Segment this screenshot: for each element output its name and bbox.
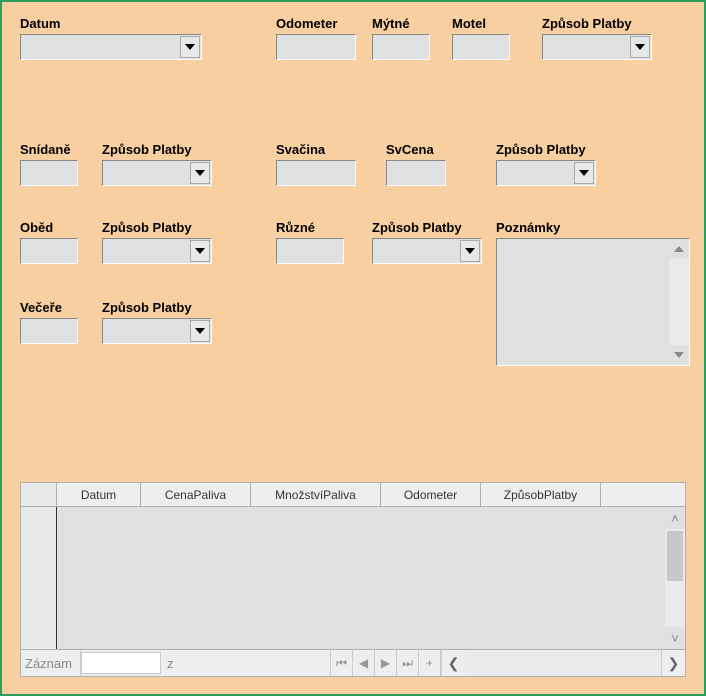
chevron-down-icon[interactable] [190,162,210,184]
subform-grid: Datum CenaPaliva MnožstvíPaliva Odometer… [20,482,686,677]
label-zpusob-platby-3: Způsob Platby [496,142,596,157]
zpusob-platby-combo-5[interactable] [372,238,482,264]
svacina-input[interactable] [276,160,356,186]
nav-prev-icon[interactable]: ◀ [353,650,375,676]
mytne-input[interactable] [372,34,430,60]
scroll-left-icon[interactable]: ❮ [441,650,465,676]
label-snidane: Snídaně [20,142,78,157]
motel-input[interactable] [452,34,510,60]
scrollbar-vertical[interactable] [669,239,689,365]
nav-label: Záznam [21,650,81,676]
chevron-down-icon[interactable] [190,320,210,342]
grid-col-odometer[interactable]: Odometer [381,483,481,506]
ruzne-input[interactable] [276,238,344,264]
odometer-input[interactable] [276,34,356,60]
zpusob-platby-combo-1[interactable] [542,34,652,60]
grid-data-area[interactable] [57,507,665,649]
label-svcena: SvCena [386,142,446,157]
label-ruzne: Různé [276,220,344,235]
nav-last-icon[interactable]: ⏭ [397,650,419,676]
nav-of: z [161,650,331,676]
chevron-down-icon[interactable] [190,240,210,262]
grid-col-filler [601,483,685,506]
chevron-down-icon[interactable] [574,162,594,184]
label-poznamky: Poznámky [496,220,690,235]
zpusob-platby-combo-3[interactable] [496,160,596,186]
zpusob-platby-combo-2[interactable] [102,160,212,186]
grid-col-zpusobplatby[interactable]: ZpůsobPlatby [481,483,601,506]
grid-header: Datum CenaPaliva MnožstvíPaliva Odometer… [21,483,685,507]
grid-row-selector-header[interactable] [21,483,57,506]
label-zpusob-platby-5: Způsob Platby [372,220,482,235]
record-navigator: Záznam z ⏮ ◀ ▶ ⏭ + ❮ ❯ [21,649,685,676]
grid-row-selector-column[interactable] [21,507,57,649]
label-motel: Motel [452,16,510,31]
scroll-up-icon[interactable] [669,239,689,259]
poznamky-textarea[interactable] [496,238,690,366]
scroll-right-icon[interactable]: ❯ [661,650,685,676]
scroll-track[interactable] [465,650,661,676]
svcena-input[interactable] [386,160,446,186]
label-obed: Oběd [20,220,78,235]
label-zpusob-platby-1: Způsob Platby [542,16,652,31]
form-area: Datum Odometer Mýtné Motel Způsob Platby… [2,2,704,30]
label-svacina: Svačina [276,142,356,157]
label-odometer: Odometer [276,16,356,31]
form-window: Datum Odometer Mýtné Motel Způsob Platby… [0,0,706,696]
chevron-down-icon[interactable] [630,36,650,58]
label-zpusob-platby-4: Způsob Platby [102,220,212,235]
grid-scrollbar-horizontal[interactable]: ❮ ❯ [441,650,685,676]
nav-next-icon[interactable]: ▶ [375,650,397,676]
chevron-down-icon[interactable] [180,36,200,58]
nav-buttons: ⏮ ◀ ▶ ⏭ + [331,650,441,676]
datum-combo[interactable] [20,34,202,60]
nav-record-number[interactable] [81,652,161,674]
grid-col-mnozstvipaliva[interactable]: MnožstvíPaliva [251,483,381,506]
scroll-down-icon[interactable]: ˅ [665,627,685,649]
chevron-down-icon[interactable] [460,240,480,262]
scroll-down-icon[interactable] [669,345,689,365]
vecere-input[interactable] [20,318,78,344]
grid-scrollbar-vertical[interactable]: ˄ ˅ [665,507,685,649]
grid-body: ˄ ˅ [21,507,685,649]
snidane-input[interactable] [20,160,78,186]
label-datum: Datum [20,16,202,31]
label-zpusob-platby-2: Způsob Platby [102,142,212,157]
grid-col-datum[interactable]: Datum [57,483,141,506]
nav-first-icon[interactable]: ⏮ [331,650,353,676]
scroll-up-icon[interactable]: ˄ [665,507,685,529]
label-zpusob-platby-6: Způsob Platby [102,300,212,315]
nav-new-icon[interactable]: + [419,650,441,676]
label-vecere: Večeře [20,300,78,315]
grid-col-cenapaliva[interactable]: CenaPaliva [141,483,251,506]
label-mytne: Mýtné [372,16,430,31]
zpusob-platby-combo-4[interactable] [102,238,212,264]
scroll-thumb[interactable] [667,531,683,581]
obed-input[interactable] [20,238,78,264]
zpusob-platby-combo-6[interactable] [102,318,212,344]
